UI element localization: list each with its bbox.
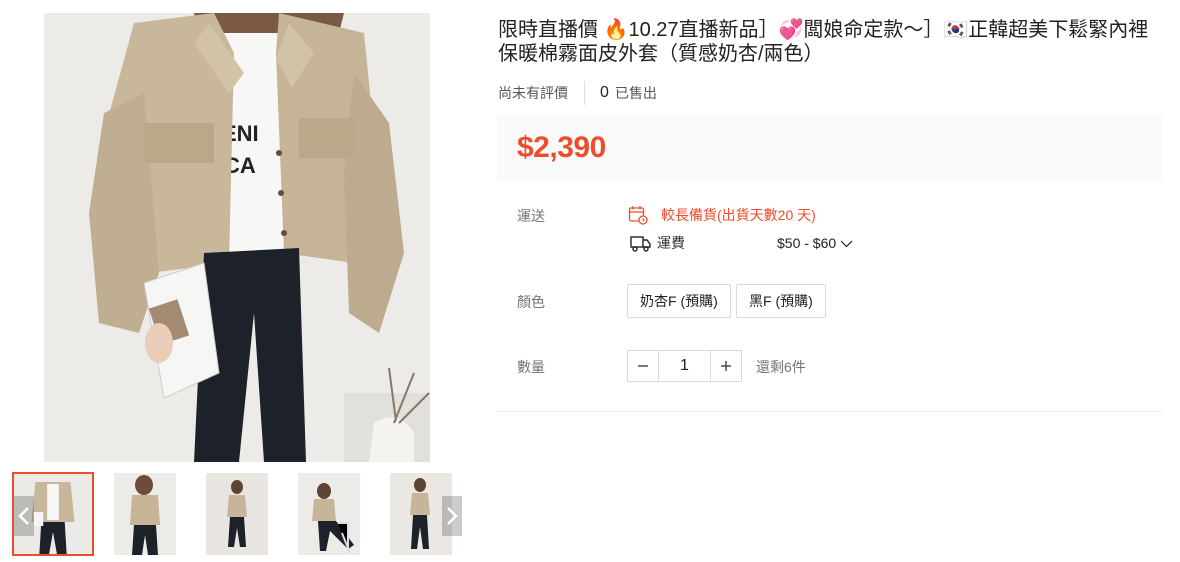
- color-option-1[interactable]: 黑F (預購): [736, 284, 826, 318]
- main-product-image[interactable]: ENI CA: [44, 13, 430, 462]
- color-option-label: 奶杏F (預購): [640, 293, 718, 309]
- quantity-decrease-button[interactable]: [627, 350, 659, 382]
- gallery-next-button[interactable]: [442, 496, 462, 536]
- price-box: $2,390: [497, 115, 1162, 181]
- color-label: 顏色: [517, 294, 545, 310]
- shipping-fee-label: 運費: [657, 235, 685, 251]
- gallery-prev-button[interactable]: [14, 496, 34, 536]
- divider: [497, 411, 1162, 412]
- rating-sold-row: 尚未有評價 0 已售出: [498, 81, 657, 105]
- shipping-label: 運送: [517, 208, 545, 224]
- thumbnail-2[interactable]: [114, 473, 176, 555]
- quantity-stepper: 1: [627, 350, 742, 382]
- color-option-0[interactable]: 奶杏F (預購): [627, 284, 731, 318]
- thumbnail-4[interactable]: [298, 473, 360, 555]
- product-price: $2,390: [517, 131, 606, 164]
- shipping-fee-dropdown[interactable]: $50 - $60: [777, 235, 853, 251]
- divider: [584, 81, 585, 105]
- plus-icon: [721, 361, 731, 371]
- thumbnail-strip: [12, 472, 464, 556]
- shipping-note: 較長備貨(出貨天數20 天): [628, 205, 816, 225]
- thumbnail-3[interactable]: [206, 473, 268, 555]
- quantity-input[interactable]: 1: [659, 350, 710, 382]
- sold-count: 0: [600, 84, 609, 101]
- quantity-label: 數量: [517, 359, 545, 375]
- chevron-left-icon: [18, 507, 29, 525]
- shipping-fee-row: 運費 $50 - $60: [630, 233, 853, 253]
- minus-icon: [638, 365, 648, 367]
- chevron-down-icon: [840, 240, 853, 247]
- chevron-right-icon: [447, 507, 458, 525]
- truck-icon: [630, 236, 651, 252]
- shipping-fee-value: $50 - $60: [777, 235, 837, 251]
- product-title: 限時直播價 🔥10.27直播新品］💞闆娘命定款〜］🇰🇷正韓超美下鬆緊內裡保暖棉霧…: [498, 19, 1149, 65]
- calendar-icon: [628, 206, 648, 225]
- color-option-label: 黑F (預購): [749, 293, 813, 309]
- quantity-increase-button[interactable]: [710, 350, 742, 382]
- stock-text: 還剩6件: [756, 359, 806, 375]
- shipping-note-text: 較長備貨(出貨天數20 天): [661, 207, 816, 223]
- rating-text[interactable]: 尚未有評價: [498, 83, 568, 103]
- sold-label: 已售出: [614, 85, 657, 101]
